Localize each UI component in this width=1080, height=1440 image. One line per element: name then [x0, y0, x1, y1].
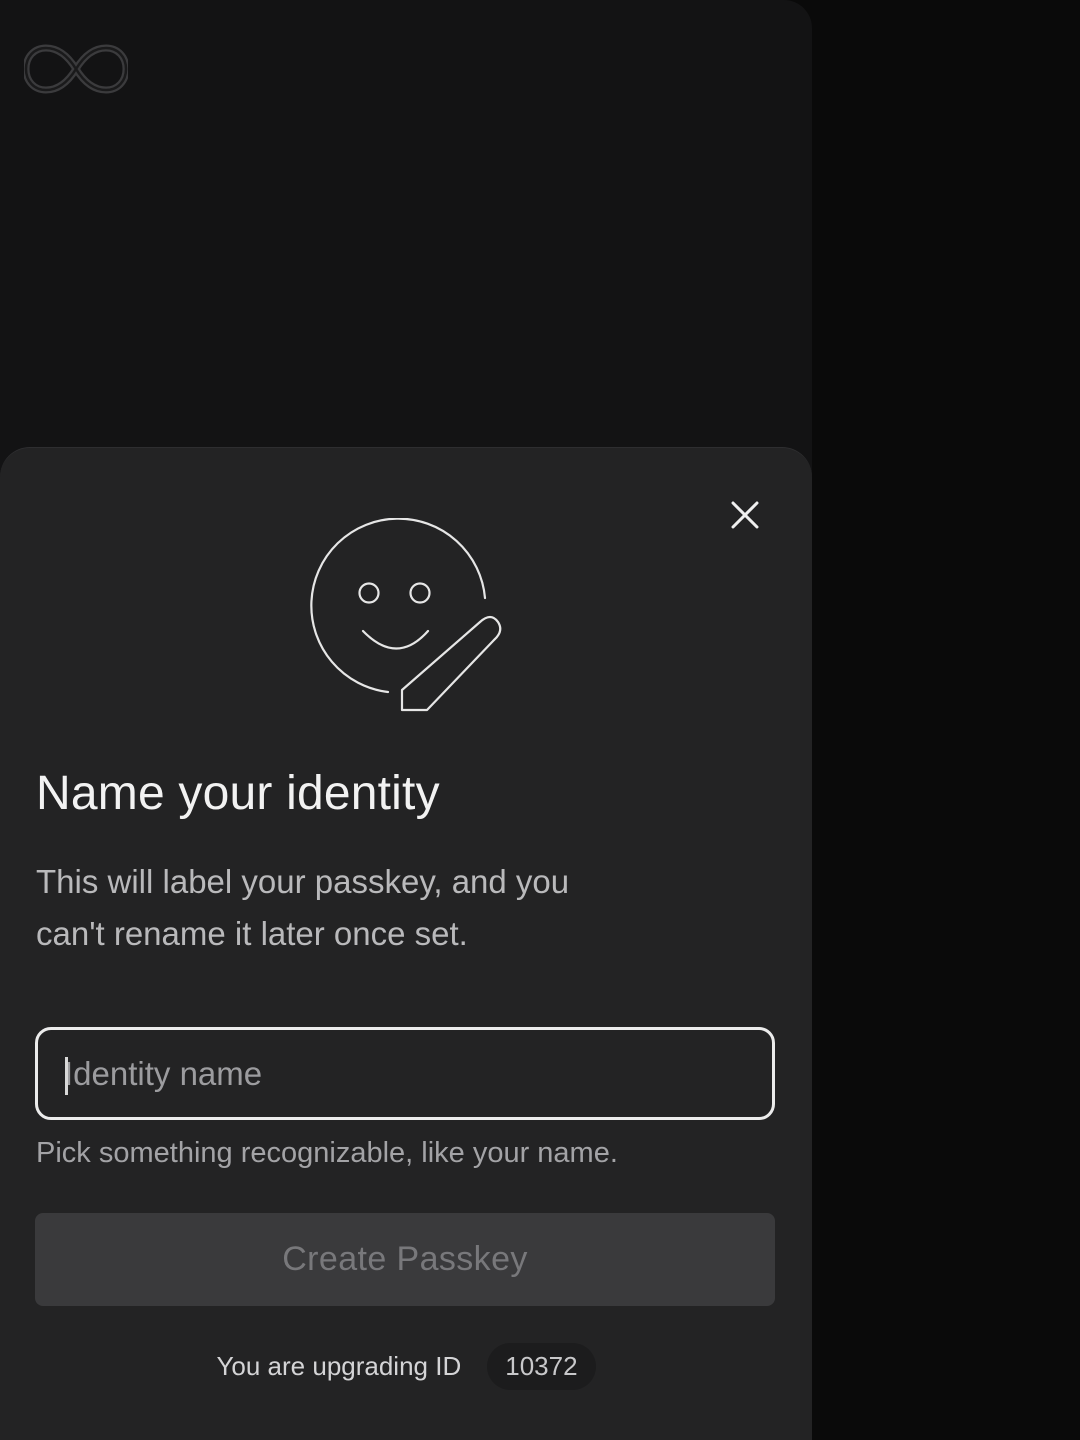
name-identity-dialog: Name your identity This will label your … — [0, 447, 812, 1440]
upgrade-info: You are upgrading ID 10372 — [0, 1341, 812, 1391]
close-icon — [731, 501, 759, 529]
app-window: Name your identity This will label your … — [0, 0, 812, 1440]
identity-name-input[interactable] — [38, 1030, 772, 1117]
identity-number-badge: 10372 — [487, 1342, 596, 1390]
create-passkey-button[interactable]: Create Passkey — [35, 1213, 775, 1306]
upgrade-text: You are upgrading ID — [216, 1350, 462, 1381]
smiley-pencil-icon — [310, 518, 502, 712]
identity-name-field — [35, 1027, 775, 1120]
text-cursor — [65, 1057, 68, 1095]
close-button[interactable] — [718, 488, 772, 542]
dialog-title: Name your identity — [36, 767, 440, 820]
screen: Name your identity This will label your … — [0, 0, 1080, 1440]
dialog-description: This will label your passkey, and you ca… — [36, 863, 570, 952]
infinity-logo-icon — [24, 44, 128, 94]
input-hint: Pick something recognizable, like your n… — [36, 1137, 618, 1169]
